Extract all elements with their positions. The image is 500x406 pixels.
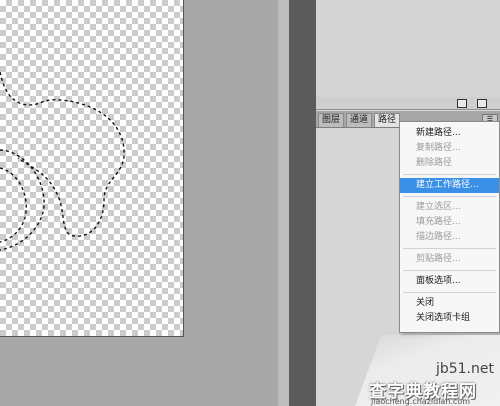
canvas-area[interactable] xyxy=(0,0,278,406)
menu-item: 删除路径 xyxy=(416,158,453,168)
tab-channels[interactable]: 通道 xyxy=(346,113,373,127)
menu-item: 剪贴路径... xyxy=(416,254,461,264)
watermark-url: jiaocheng.chazidian.com xyxy=(371,397,471,406)
panel-dock-strip xyxy=(289,0,316,406)
menu-separator xyxy=(403,292,496,293)
tab-paths[interactable]: 路径 xyxy=(374,113,401,127)
menu-item[interactable]: 面板选项... xyxy=(400,274,499,289)
watermark-site: jb51.net xyxy=(435,361,494,377)
menu-item: 填充路径... xyxy=(416,217,461,227)
menu-item: 建立选区... xyxy=(416,202,461,212)
tab-layers[interactable]: 图层 xyxy=(318,113,345,127)
paths-panel-flyout-menu: 新建路径... 复制路径... 删除路径建立工作路径... 建立选区... 填充路径..… xyxy=(399,121,500,333)
selection-marquee xyxy=(0,71,125,251)
menu-item[interactable]: 关闭 xyxy=(400,296,499,311)
menu-item[interactable]: 关闭选项卡组 xyxy=(400,311,499,326)
panel-splitter[interactable] xyxy=(278,0,289,406)
menu-item: 描边路径... xyxy=(416,232,461,242)
menu-item[interactable]: 建立工作路径... xyxy=(400,178,499,193)
menu-separator xyxy=(403,248,496,249)
menu-separator xyxy=(403,270,496,271)
menu-item[interactable]: 新建路径... xyxy=(400,126,499,141)
menu-item: 复制路径... xyxy=(416,143,461,153)
upper-panel-footer xyxy=(316,97,500,110)
upper-panel xyxy=(316,0,500,98)
menu-separator xyxy=(403,174,496,175)
transparent-document[interactable] xyxy=(0,0,184,337)
trash-icon[interactable] xyxy=(477,99,487,108)
menu-separator xyxy=(403,196,496,197)
new-item-icon[interactable] xyxy=(457,99,467,108)
